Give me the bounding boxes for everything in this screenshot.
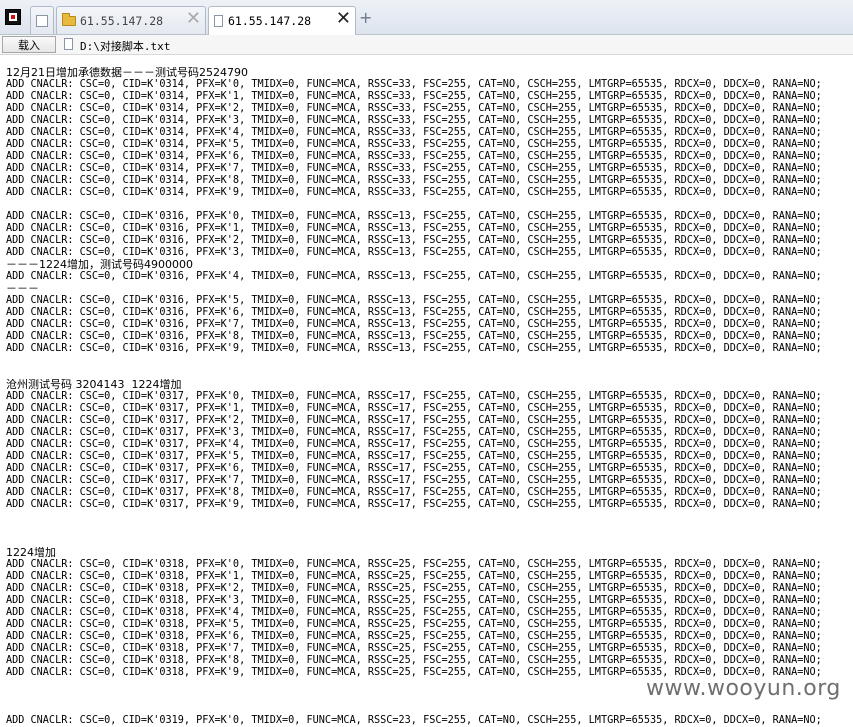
- tab-remote-folder[interactable]: 61.55.147.28 ✕: [56, 6, 206, 34]
- text-line: ADD CNACLR: CSC=0, CID=K'0314, PFX=K'6, …: [6, 151, 822, 162]
- section-heading: －－－1224增加，测试号码4900000: [6, 259, 193, 271]
- text-line: ADD CNACLR: CSC=0, CID=K'0314, PFX=K'7, …: [6, 163, 822, 174]
- section-heading: 12月21日增加承德数据－－－测试号码2524790: [6, 67, 248, 79]
- text-line: ADD CNACLR: CSC=0, CID=K'0318, PFX=K'0, …: [6, 559, 822, 570]
- text-line: ADD CNACLR: CSC=0, CID=K'0317, PFX=K'3, …: [6, 427, 822, 438]
- text-line: ADD CNACLR: CSC=0, CID=K'0317, PFX=K'5, …: [6, 451, 822, 462]
- text-line: ADD CNACLR: CSC=0, CID=K'0314, PFX=K'0, …: [6, 79, 822, 90]
- text-line: ADD CNACLR: CSC=0, CID=K'0317, PFX=K'6, …: [6, 463, 822, 474]
- file-content[interactable]: 12月21日增加承德数据－－－测试号码2524790 ADD CNACLR: CS…: [6, 67, 853, 727]
- text-line: ADD CNACLR: CSC=0, CID=K'0317, PFX=K'8, …: [6, 487, 822, 498]
- text-line: ADD CNACLR: CSC=0, CID=K'0318, PFX=K'6, …: [6, 631, 822, 642]
- file-path: D:\对接脚本.txt: [80, 40, 171, 53]
- text-line: ADD CNACLR: CSC=0, CID=K'0314, PFX=K'9, …: [6, 187, 822, 198]
- document-icon: [64, 38, 73, 50]
- text-line: [6, 511, 853, 523]
- tab-blank[interactable]: [30, 6, 54, 34]
- section-heading: －－－: [6, 283, 39, 295]
- text-line: ADD CNACLR: CSC=0, CID=K'0316, PFX=K'9, …: [6, 343, 822, 354]
- text-line: ADD CNACLR: CSC=0, CID=K'0314, PFX=K'3, …: [6, 115, 822, 126]
- section-heading: 沧州测试号码 3204143 1224增加: [6, 379, 182, 391]
- text-line: ADD CNACLR: CSC=0, CID=K'0317, PFX=K'7, …: [6, 475, 822, 486]
- text-line: ADD CNACLR: CSC=0, CID=K'0318, PFX=K'5, …: [6, 619, 822, 630]
- text-line: ADD CNACLR: CSC=0, CID=K'0316, PFX=K'8, …: [6, 331, 822, 342]
- text-line: ADD CNACLR: CSC=0, CID=K'0314, PFX=K'2, …: [6, 103, 822, 114]
- document-icon: [214, 15, 223, 27]
- section-heading: 1224增加: [6, 547, 56, 559]
- text-line: ADD CNACLR: CSC=0, CID=K'0318, PFX=K'4, …: [6, 607, 822, 618]
- text-line: ADD CNACLR: CSC=0, CID=K'0314, PFX=K'8, …: [6, 175, 822, 186]
- text-line: ADD CNACLR: CSC=0, CID=K'0317, PFX=K'4, …: [6, 439, 822, 450]
- load-button[interactable]: 载入: [2, 36, 56, 53]
- text-line: ADD CNACLR: CSC=0, CID=K'0314, PFX=K'5, …: [6, 139, 822, 150]
- tab-label: 61.55.147.28: [228, 14, 312, 28]
- text-line: ADD CNACLR: CSC=0, CID=K'0317, PFX=K'2, …: [6, 415, 822, 426]
- app-logo-icon[interactable]: [5, 9, 21, 25]
- tab-bar: 61.55.147.28 ✕ 61.55.147.28 ✕ +: [0, 0, 853, 35]
- text-line: [6, 355, 853, 367]
- text-line: ADD CNACLR: CSC=0, CID=K'0316, PFX=K'6, …: [6, 307, 822, 318]
- text-line: ADD CNACLR: CSC=0, CID=K'0318, PFX=K'8, …: [6, 655, 822, 666]
- blank-page-icon: [36, 14, 48, 27]
- text-line: ADD CNACLR: CSC=0, CID=K'0317, PFX=K'0, …: [6, 391, 822, 402]
- text-line: ADD CNACLR: CSC=0, CID=K'0318, PFX=K'2, …: [6, 583, 822, 594]
- text-line: [6, 367, 853, 379]
- text-line: ADD CNACLR: CSC=0, CID=K'0316, PFX=K'5, …: [6, 295, 822, 306]
- text-line: ADD CNACLR: CSC=0, CID=K'0316, PFX=K'4, …: [6, 271, 822, 282]
- text-line: ADD CNACLR: CSC=0, CID=K'0318, PFX=K'3, …: [6, 595, 822, 606]
- text-line: ADD CNACLR: CSC=0, CID=K'0314, PFX=K'1, …: [6, 91, 822, 102]
- text-line: ADD CNACLR: CSC=0, CID=K'0318, PFX=K'1, …: [6, 571, 822, 582]
- close-icon[interactable]: ✕: [186, 10, 201, 28]
- folder-icon: [62, 12, 76, 26]
- close-icon[interactable]: ✕: [336, 10, 351, 28]
- new-tab-icon[interactable]: +: [359, 8, 372, 27]
- tab-remote-file[interactable]: 61.55.147.28 ✕: [208, 6, 356, 35]
- text-line: ADD CNACLR: CSC=0, CID=K'0316, PFX=K'2, …: [6, 235, 822, 246]
- text-line: [6, 535, 853, 547]
- text-line: ADD CNACLR: CSC=0, CID=K'0316, PFX=K'1, …: [6, 223, 822, 234]
- text-line: ADD CNACLR: CSC=0, CID=K'0316, PFX=K'0, …: [6, 211, 822, 222]
- watermark: www.wooyun.org: [646, 676, 841, 701]
- text-line: ADD CNACLR: CSC=0, CID=K'0314, PFX=K'4, …: [6, 127, 822, 138]
- toolbar: 载入 D:\对接脚本.txt: [0, 35, 853, 55]
- text-line: [6, 199, 853, 211]
- text-line: ADD CNACLR: CSC=0, CID=K'0318, PFX=K'7, …: [6, 643, 822, 654]
- text-line: ADD CNACLR: CSC=0, CID=K'0317, PFX=K'9, …: [6, 499, 822, 510]
- text-line: ADD CNACLR: CSC=0, CID=K'0316, PFX=K'3, …: [6, 247, 822, 258]
- text-line: ADD CNACLR: CSC=0, CID=K'0317, PFX=K'1, …: [6, 403, 822, 414]
- text-line: [6, 523, 853, 535]
- text-line: [6, 703, 853, 715]
- text-line: ADD CNACLR: CSC=0, CID=K'0316, PFX=K'7, …: [6, 319, 822, 330]
- tab-label: 61.55.147.28: [80, 13, 164, 28]
